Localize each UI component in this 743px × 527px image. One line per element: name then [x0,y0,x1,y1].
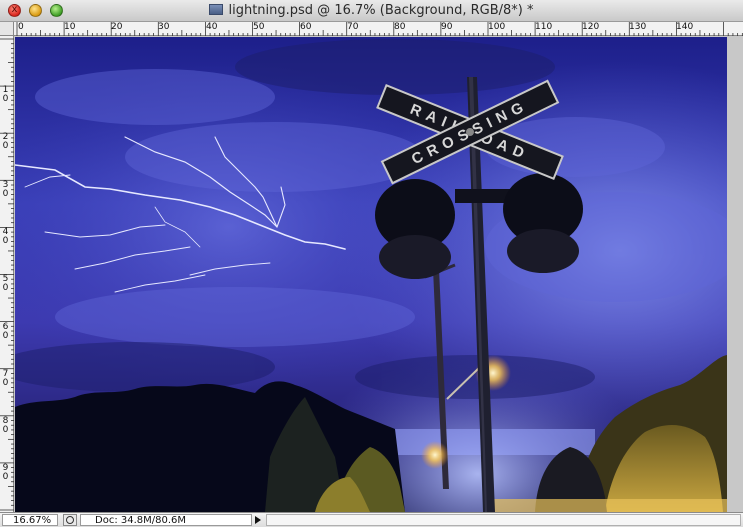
ruler-label: 30 [158,22,170,32]
document-title: lightning.psd @ 16.7% (Background, RGB/8… [0,3,743,18]
ruler-label: 60 [300,22,312,32]
ruler-label-text: 60 [2,322,9,341]
ruler-label: 10 [64,22,76,32]
zoom-level-input[interactable]: 16.67% [2,514,58,526]
ruler-label: 90 [1,464,10,482]
ruler-label: 50 [253,22,265,32]
document-title-text: lightning.psd @ 16.7% (Background, RGB/8… [228,3,534,18]
ruler-label: 10 [1,86,10,104]
arrow-right-icon[interactable] [255,516,261,524]
ruler-label: 50 [1,275,10,293]
ruler-label: 70 [347,22,359,32]
ruler-label-text: 70 [2,369,9,388]
ruler-label: 110 [535,22,553,32]
ruler-label: 30 [1,181,10,199]
ruler-label-text: 30 [2,180,9,199]
psd-file-icon [209,4,224,15]
canvas-pasteboard [727,37,743,512]
ruler-label-text: 10 [2,85,9,104]
ruler-label: 90 [441,22,453,32]
ruler-label: 60 [1,323,10,341]
ruler-label: 70 [1,370,10,388]
ruler-label: 100 [488,22,506,32]
lightning-photo: RAILROAD CROSSING [15,37,727,512]
document-canvas[interactable]: RAILROAD CROSSING [15,37,727,512]
street-lamp-glow [421,441,449,469]
ruler-label: 80 [394,22,406,32]
ruler-label-text: 80 [2,416,9,435]
ruler-label: 40 [206,22,218,32]
horizontal-scrollbar[interactable] [266,514,741,526]
horizontal-ruler[interactable]: 0 10 20 30 40 50 60 70 80 90 100 110 120… [14,22,743,36]
ruler-label-text: 50 [2,274,9,293]
vertical-ruler[interactable]: 10 20 30 40 50 60 70 80 90 [0,36,14,512]
ruler-label-text: 20 [2,132,9,151]
ruler-label-text: 40 [2,227,9,246]
clock-icon[interactable] [63,514,77,526]
ruler-label-text: 90 [2,463,9,482]
ruler-label: 120 [582,22,600,32]
ruler-label: 140 [676,22,694,32]
ruler-label: 130 [629,22,647,32]
title-bar: x lightning.psd @ 16.7% (Background, RGB… [0,0,743,22]
ruler-label: 20 [1,133,10,151]
ruler-label: 0 [18,22,24,32]
ruler-origin[interactable] [0,22,14,36]
status-bar: 16.67% Doc: 34.8M/80.6M [0,512,743,527]
ruler-label: 40 [1,228,10,246]
ruler-label: 80 [1,417,10,435]
ruler-label: 20 [111,22,123,32]
document-size-info: Doc: 34.8M/80.6M [80,514,252,526]
